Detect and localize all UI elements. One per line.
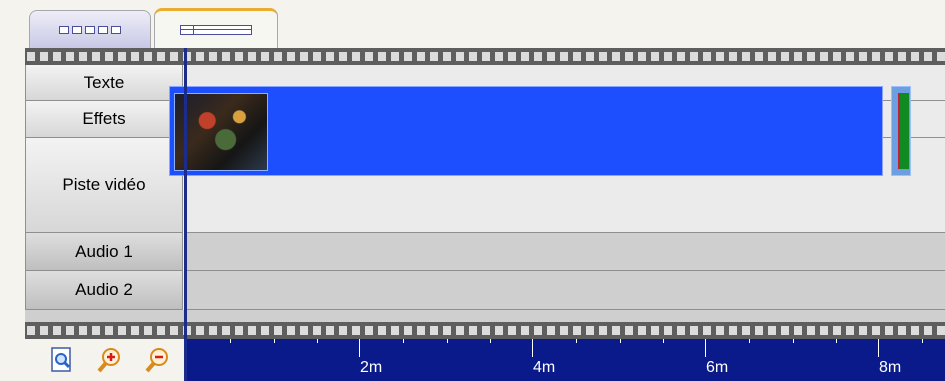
ruler-label-6m: 6m	[706, 359, 729, 376]
playhead[interactable]	[184, 48, 187, 381]
track-label-audio1: Audio 1	[25, 233, 183, 271]
ruler-minor-tick	[230, 339, 231, 343]
view-tabbar	[0, 0, 945, 48]
zoom-in-icon	[97, 348, 120, 373]
ruler-tick-6m	[705, 339, 706, 357]
zoom-out-icon	[145, 348, 168, 373]
timeline-icon	[180, 24, 252, 35]
tab-storyboard[interactable]	[29, 10, 151, 48]
tab-timeline[interactable]	[154, 8, 278, 48]
track-label-text: Texte	[25, 65, 183, 101]
storyboard-icon	[59, 25, 121, 34]
ruler-tick-8m	[878, 339, 879, 357]
track-gap	[25, 310, 945, 322]
clip-thumbnail	[174, 93, 268, 171]
zoom-toolbar	[0, 339, 186, 381]
time-ruler[interactable]: 2m 4m 6m 8m	[187, 339, 945, 381]
ruler-minor-tick	[274, 339, 275, 343]
film-strip-top	[25, 48, 945, 65]
ruler-minor-tick	[490, 339, 491, 343]
ruler-minor-tick	[836, 339, 837, 343]
ruler-label-4m: 4m	[533, 359, 556, 376]
track-label-video: Piste vidéo	[25, 138, 183, 233]
ruler-label-8m: 8m	[879, 359, 902, 376]
transition-marker-bar	[898, 93, 909, 169]
ruler-minor-tick	[793, 339, 794, 343]
track-label-effects: Effets	[25, 101, 183, 138]
ruler-minor-tick	[447, 339, 448, 343]
zoom-in-button[interactable]	[94, 345, 124, 375]
track-lane-audio1[interactable]	[187, 233, 945, 271]
ruler-minor-tick	[922, 339, 923, 343]
ruler-minor-tick	[749, 339, 750, 343]
ruler-minor-tick	[576, 339, 577, 343]
ruler-tick-4m	[532, 339, 533, 357]
video-clip[interactable]	[169, 86, 883, 176]
track-label-audio2: Audio 2	[25, 271, 183, 310]
zoom-fit-icon	[51, 347, 71, 372]
ruler-minor-tick	[620, 339, 621, 343]
track-lane-audio2[interactable]	[187, 271, 945, 310]
ruler-minor-tick	[663, 339, 664, 343]
film-strip-bottom	[25, 322, 945, 339]
ruler-label-2m: 2m	[360, 359, 383, 376]
ruler-tick-2m	[359, 339, 360, 357]
ruler-minor-tick	[403, 339, 404, 343]
transition-marker[interactable]	[891, 86, 911, 176]
zoom-fit-button[interactable]	[46, 345, 76, 375]
ruler-minor-tick	[317, 339, 318, 343]
zoom-out-button[interactable]	[142, 345, 172, 375]
